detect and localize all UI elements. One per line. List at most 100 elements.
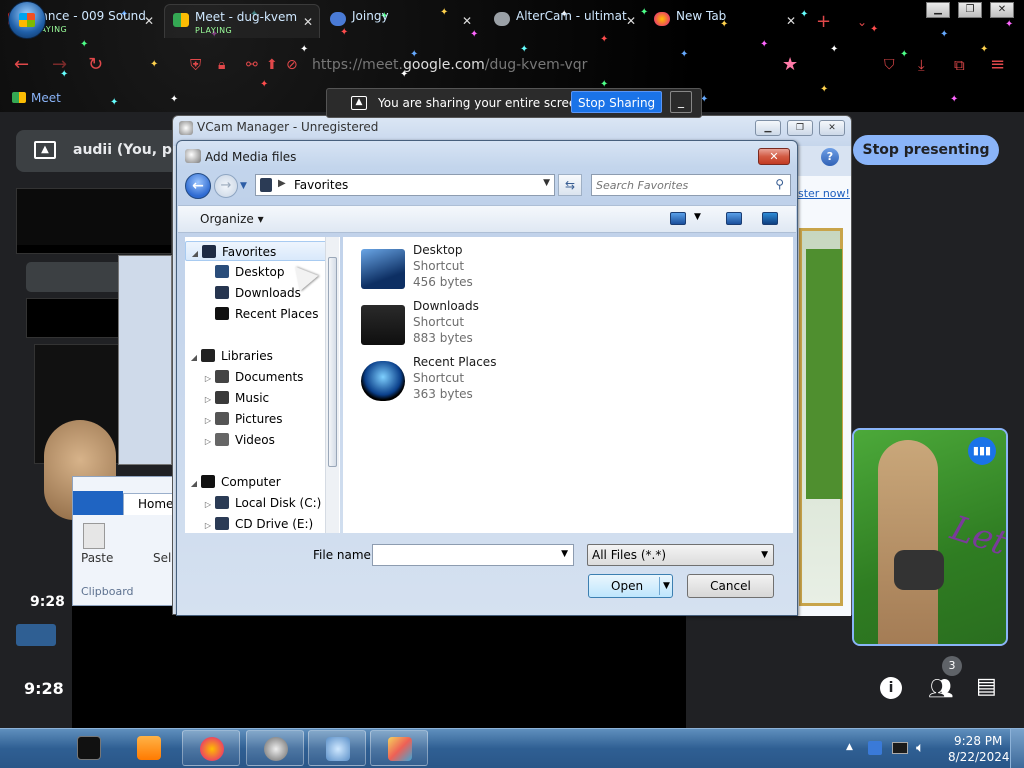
refresh-icon[interactable]: ⇆ xyxy=(558,174,582,196)
network-icon[interactable] xyxy=(892,742,908,754)
open-options-icon[interactable]: ▼ xyxy=(663,575,670,597)
paste-label[interactable]: Paste xyxy=(81,551,113,565)
change-view-icon[interactable] xyxy=(670,212,686,225)
stop-presenting-button[interactable]: Stop presenting xyxy=(853,135,999,165)
taskbar-app-vcam[interactable] xyxy=(308,730,366,766)
pocket-icon[interactable]: ⛉ xyxy=(884,55,895,75)
expand-arrow-icon[interactable]: ▷ xyxy=(203,411,213,431)
volume-icon[interactable]: 🔈︎ xyxy=(916,740,924,756)
expand-arrow-icon[interactable]: ◢ xyxy=(190,244,200,264)
taskbar-app-firefox[interactable] xyxy=(182,730,240,766)
vcam-maximize-button[interactable]: ❐ xyxy=(787,120,813,136)
reload-icon[interactable]: ↻ xyxy=(88,55,103,75)
permissions-icon[interactable]: ⚯ xyxy=(246,55,258,75)
bookmark-star-icon[interactable]: ★ xyxy=(782,55,798,75)
close-window-button[interactable]: ✕ xyxy=(990,2,1014,18)
tab-altercam[interactable]: AlterCam - ultimat ✕ xyxy=(486,4,642,38)
file-item-downloads[interactable]: Downloads Shortcut 883 bytes xyxy=(361,299,661,349)
nav-item-videos[interactable]: ▷ Videos xyxy=(185,430,331,450)
file-name-input[interactable] xyxy=(375,547,555,563)
address-bar[interactable]: ▶ Favorites ▼ xyxy=(255,174,555,196)
share-bar-minimize-button[interactable]: _ xyxy=(670,91,692,113)
expand-arrow-icon[interactable]: ▷ xyxy=(203,432,213,452)
breadcrumb-separator-icon[interactable]: ▶ xyxy=(278,178,286,189)
nav-scrollbar[interactable] xyxy=(325,237,339,533)
expand-arrow-icon[interactable]: ▷ xyxy=(203,495,213,515)
start-button[interactable] xyxy=(8,1,46,39)
show-desktop-button[interactable] xyxy=(1010,729,1024,768)
search-box[interactable]: ⚲ xyxy=(591,174,791,196)
file-item-desktop[interactable]: Desktop Shortcut 456 bytes xyxy=(361,243,661,293)
help-book-icon[interactable] xyxy=(762,212,778,225)
new-tab-icon[interactable]: + xyxy=(816,12,831,32)
tray-expand-icon[interactable]: ▲ xyxy=(846,742,853,752)
nav-item-pictures[interactable]: ▷ Pictures xyxy=(185,409,331,429)
paste-icon[interactable] xyxy=(83,523,105,549)
open-button[interactable]: Open ▼ xyxy=(588,574,673,598)
tab-new-tab[interactable]: New Tab ✕ xyxy=(646,4,802,38)
file-item-recent-places[interactable]: Recent Places Shortcut 363 bytes xyxy=(361,355,661,405)
mic-blocked-icon[interactable]: ⊘ xyxy=(286,55,298,75)
nav-item-documents[interactable]: ▷ Documents xyxy=(185,367,331,387)
stop-sharing-button[interactable]: Stop Sharing xyxy=(571,91,663,113)
nav-item-downloads[interactable]: Downloads xyxy=(185,283,331,303)
vcam-close-button[interactable]: ✕ xyxy=(819,120,845,136)
search-icon[interactable]: ⚲ xyxy=(775,177,784,191)
dialog-close-button[interactable]: ✕ xyxy=(758,148,790,165)
shield-icon[interactable]: ⛨ xyxy=(190,55,201,75)
tab-list-icon[interactable]: ⌄ xyxy=(857,12,867,32)
taskbar-app-media-player[interactable] xyxy=(120,730,178,766)
history-dropdown-icon[interactable]: ▼ xyxy=(240,181,247,191)
back-icon[interactable]: ← xyxy=(14,55,29,75)
chevron-down-icon[interactable]: ▼ xyxy=(761,545,768,565)
taskbar-app-terminal[interactable] xyxy=(60,730,118,766)
vcam-minimize-button[interactable]: ▁ xyxy=(755,120,781,136)
maximize-button[interactable]: ❐ xyxy=(958,2,982,18)
taskbar-app-webcam[interactable] xyxy=(246,730,304,766)
back-arrow-icon[interactable]: ← xyxy=(185,173,211,199)
search-input[interactable] xyxy=(596,177,766,193)
forward-icon[interactable]: → xyxy=(52,55,67,75)
help-icon[interactable]: ? xyxy=(821,148,839,166)
extensions-icon[interactable]: ⧉ xyxy=(954,55,965,75)
explorer-home-tab[interactable]: Home xyxy=(123,493,177,515)
nav-item-local-disk-c[interactable]: ▷ Local Disk (C:) xyxy=(185,493,331,513)
organize-button[interactable]: Organize ▾ xyxy=(200,212,264,226)
nav-item-recent-places[interactable]: Recent Places xyxy=(185,304,331,324)
chat-icon[interactable]: ▤ xyxy=(976,674,997,699)
downloads-icon[interactable]: ⤓ xyxy=(918,55,925,75)
expand-arrow-icon[interactable]: ◢ xyxy=(189,348,199,368)
forward-arrow-icon[interactable]: → xyxy=(214,174,238,198)
scrollbar-thumb[interactable] xyxy=(328,257,337,467)
screen-share-icon[interactable]: ⬆ xyxy=(266,55,278,75)
chevron-down-icon[interactable]: ▼ xyxy=(543,178,550,188)
close-icon[interactable]: ✕ xyxy=(786,14,796,28)
file-name-field[interactable]: ▼ xyxy=(372,544,574,566)
expand-arrow-icon[interactable]: ▷ xyxy=(203,516,213,533)
close-icon[interactable]: ✕ xyxy=(144,14,154,28)
file-type-select[interactable]: All Files (*.*) ▼ xyxy=(587,544,774,566)
tab-meet[interactable]: Meet - dug-kvem PLAYING ✕ xyxy=(164,4,320,38)
nav-item-cd-drive-e[interactable]: ▷ CD Drive (E:) xyxy=(185,514,331,533)
chevron-down-icon[interactable]: ▼ xyxy=(561,549,568,559)
tab-joingy[interactable]: Joingy ✕ xyxy=(322,4,478,38)
cancel-button[interactable]: Cancel xyxy=(687,574,774,598)
nav-item-favorites[interactable]: ◢ Favorites xyxy=(185,241,331,261)
nav-item-computer[interactable]: ◢ Computer xyxy=(185,472,331,492)
register-link[interactable]: ster now! xyxy=(798,187,850,200)
close-icon[interactable]: ✕ xyxy=(462,14,472,28)
explorer-file-tab[interactable] xyxy=(73,491,123,515)
taskbar-time[interactable]: 9:28 PM xyxy=(954,734,1002,748)
info-icon[interactable]: i xyxy=(880,677,902,699)
menu-icon[interactable]: ≡ xyxy=(990,55,1005,75)
people-icon[interactable]: 👥︎ xyxy=(928,676,953,700)
close-icon[interactable]: ✕ xyxy=(303,15,313,29)
close-icon[interactable]: ✕ xyxy=(626,14,636,28)
preview-pane-icon[interactable] xyxy=(726,212,742,225)
breadcrumb[interactable]: Favorites xyxy=(294,178,348,192)
taskbar-date[interactable]: 8/22/2024 xyxy=(948,750,1010,764)
nav-item-music[interactable]: ▷ Music xyxy=(185,388,331,408)
url-bar[interactable]: https://meet.google.com/dug-kvem-vqr xyxy=(312,57,587,73)
lock-icon[interactable]: 🔒︎ xyxy=(218,55,225,75)
tray-app-icon[interactable] xyxy=(868,741,882,755)
